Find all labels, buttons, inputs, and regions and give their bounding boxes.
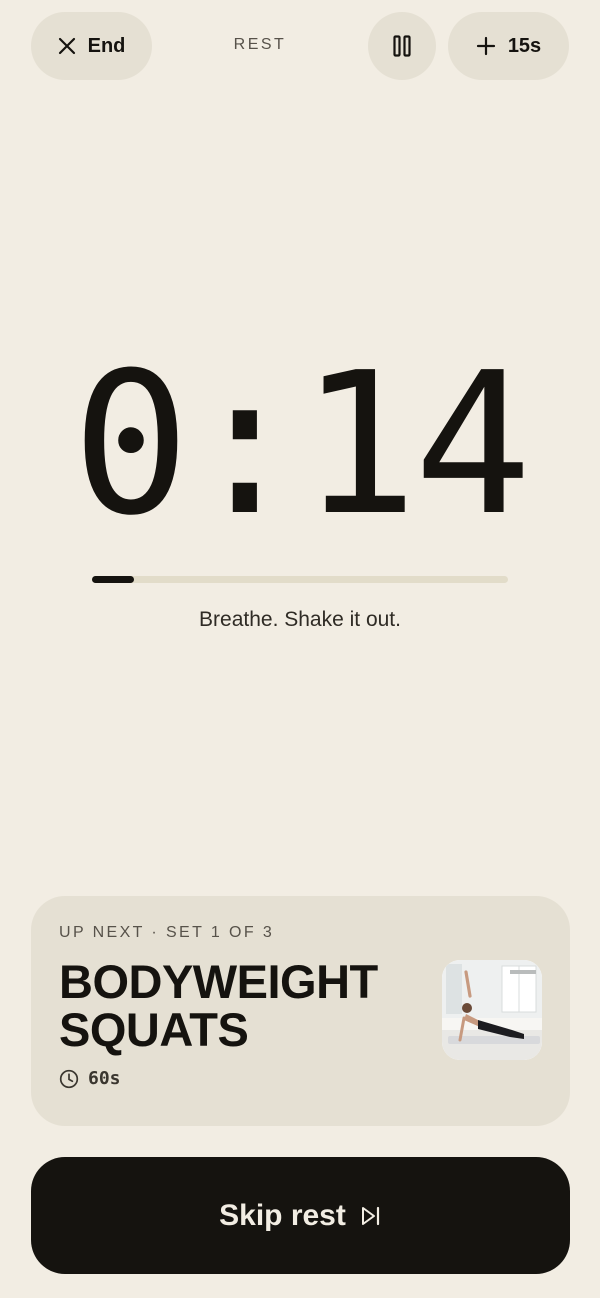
exercise-thumbnail [442, 960, 542, 1060]
close-icon [58, 37, 76, 55]
rest-hint: Breathe. Shake it out. [199, 608, 401, 631]
up-next-exercise-title: BODYWEIGHT SQUATS [59, 955, 378, 1056]
up-next-eyebrow: UP NEXT · SET 1 OF 3 [59, 924, 275, 941]
countdown-timer: 0:14 [71, 331, 532, 559]
rest-progress-bar [92, 576, 508, 583]
pause-icon [393, 35, 411, 57]
mode-label: REST [233, 36, 287, 53]
up-next-duration: 60s [59, 1068, 121, 1089]
end-label: End [87, 34, 126, 57]
add-time-button[interactable]: 15s [448, 12, 569, 80]
up-next-card[interactable]: UP NEXT · SET 1 OF 3 BODYWEIGHT SQUATS 6… [31, 896, 570, 1126]
pause-button[interactable] [368, 12, 436, 80]
end-button[interactable]: End [31, 12, 152, 80]
rest-progress-fill [92, 576, 134, 583]
skip-rest-label: Skip rest [219, 1198, 346, 1232]
plus-icon [476, 36, 496, 56]
duration-value: 60s [88, 1068, 121, 1089]
clock-icon [59, 1069, 79, 1089]
skip-forward-icon [360, 1205, 382, 1227]
skip-rest-button[interactable]: Skip rest [31, 1157, 570, 1274]
add-time-value: 15s [507, 34, 542, 57]
